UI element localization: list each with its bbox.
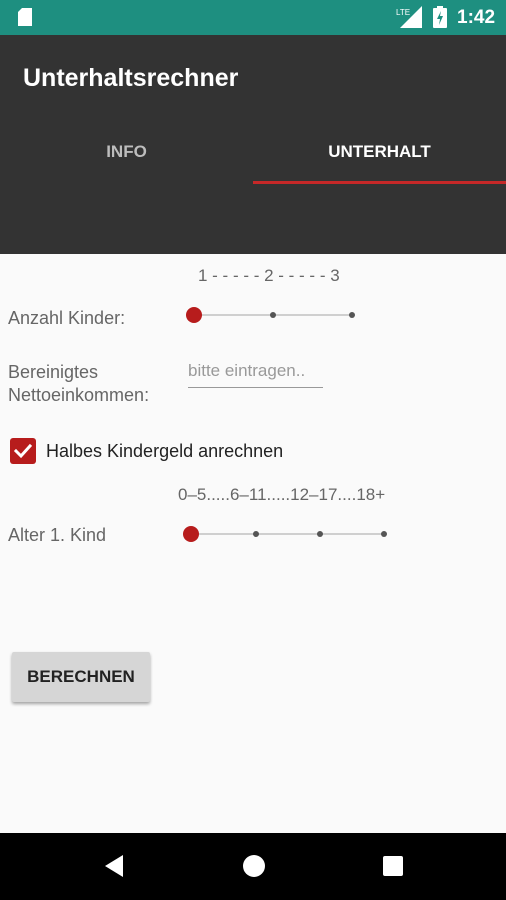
app-title: Unterhaltsrechner bbox=[23, 64, 239, 92]
app-bar: Unterhaltsrechner INFO UNTERHALT bbox=[0, 35, 506, 254]
lte-signal-icon: LTE bbox=[396, 6, 422, 28]
slider-tick bbox=[317, 531, 323, 537]
net-income-label-line2: Nettoeinkommen: bbox=[8, 385, 150, 405]
slider-tick bbox=[253, 531, 259, 537]
tab-indicator bbox=[253, 181, 506, 184]
net-income-label-line1: Bereinigtes bbox=[8, 362, 99, 382]
age-first-child-label: Alter 1. Kind bbox=[8, 525, 107, 545]
age-slider[interactable] bbox=[183, 524, 393, 544]
slider-thumb[interactable] bbox=[183, 526, 199, 542]
home-icon[interactable] bbox=[239, 851, 269, 881]
slider-tick bbox=[270, 312, 276, 318]
calculate-button[interactable]: BERECHNEN bbox=[12, 652, 150, 702]
tab-unterhalt[interactable]: UNTERHALT bbox=[253, 135, 506, 185]
slider-tick bbox=[349, 312, 355, 318]
slider-thumb[interactable] bbox=[186, 307, 202, 323]
battery-charging-icon bbox=[433, 6, 447, 28]
navigation-bar bbox=[0, 833, 506, 900]
recents-icon[interactable] bbox=[378, 851, 408, 881]
kids-count-slider[interactable] bbox=[186, 305, 361, 325]
status-bar: LTE 1:42 bbox=[0, 0, 506, 35]
checkmark-icon bbox=[13, 443, 33, 459]
tab-info[interactable]: INFO bbox=[0, 135, 253, 185]
back-icon[interactable] bbox=[99, 851, 129, 881]
status-clock: 1:42 bbox=[457, 7, 496, 28]
net-income-input[interactable]: bitte eintragen.. bbox=[188, 358, 323, 388]
slider-track bbox=[183, 533, 386, 535]
child-benefit-label: Halbes Kindergeld anrechnen bbox=[46, 441, 284, 461]
kids-count-label: Anzahl Kinder: bbox=[8, 308, 126, 328]
child-benefit-checkbox[interactable] bbox=[10, 438, 36, 464]
age-scale-label: 0–5.....6–11.....12–17....18+ bbox=[178, 485, 386, 504]
slider-tick bbox=[381, 531, 387, 537]
sd-card-icon bbox=[18, 8, 32, 26]
kids-count-scale-label: 1 - - - - - 2 - - - - - 3 bbox=[198, 266, 340, 285]
svg-text:LTE: LTE bbox=[396, 8, 410, 17]
